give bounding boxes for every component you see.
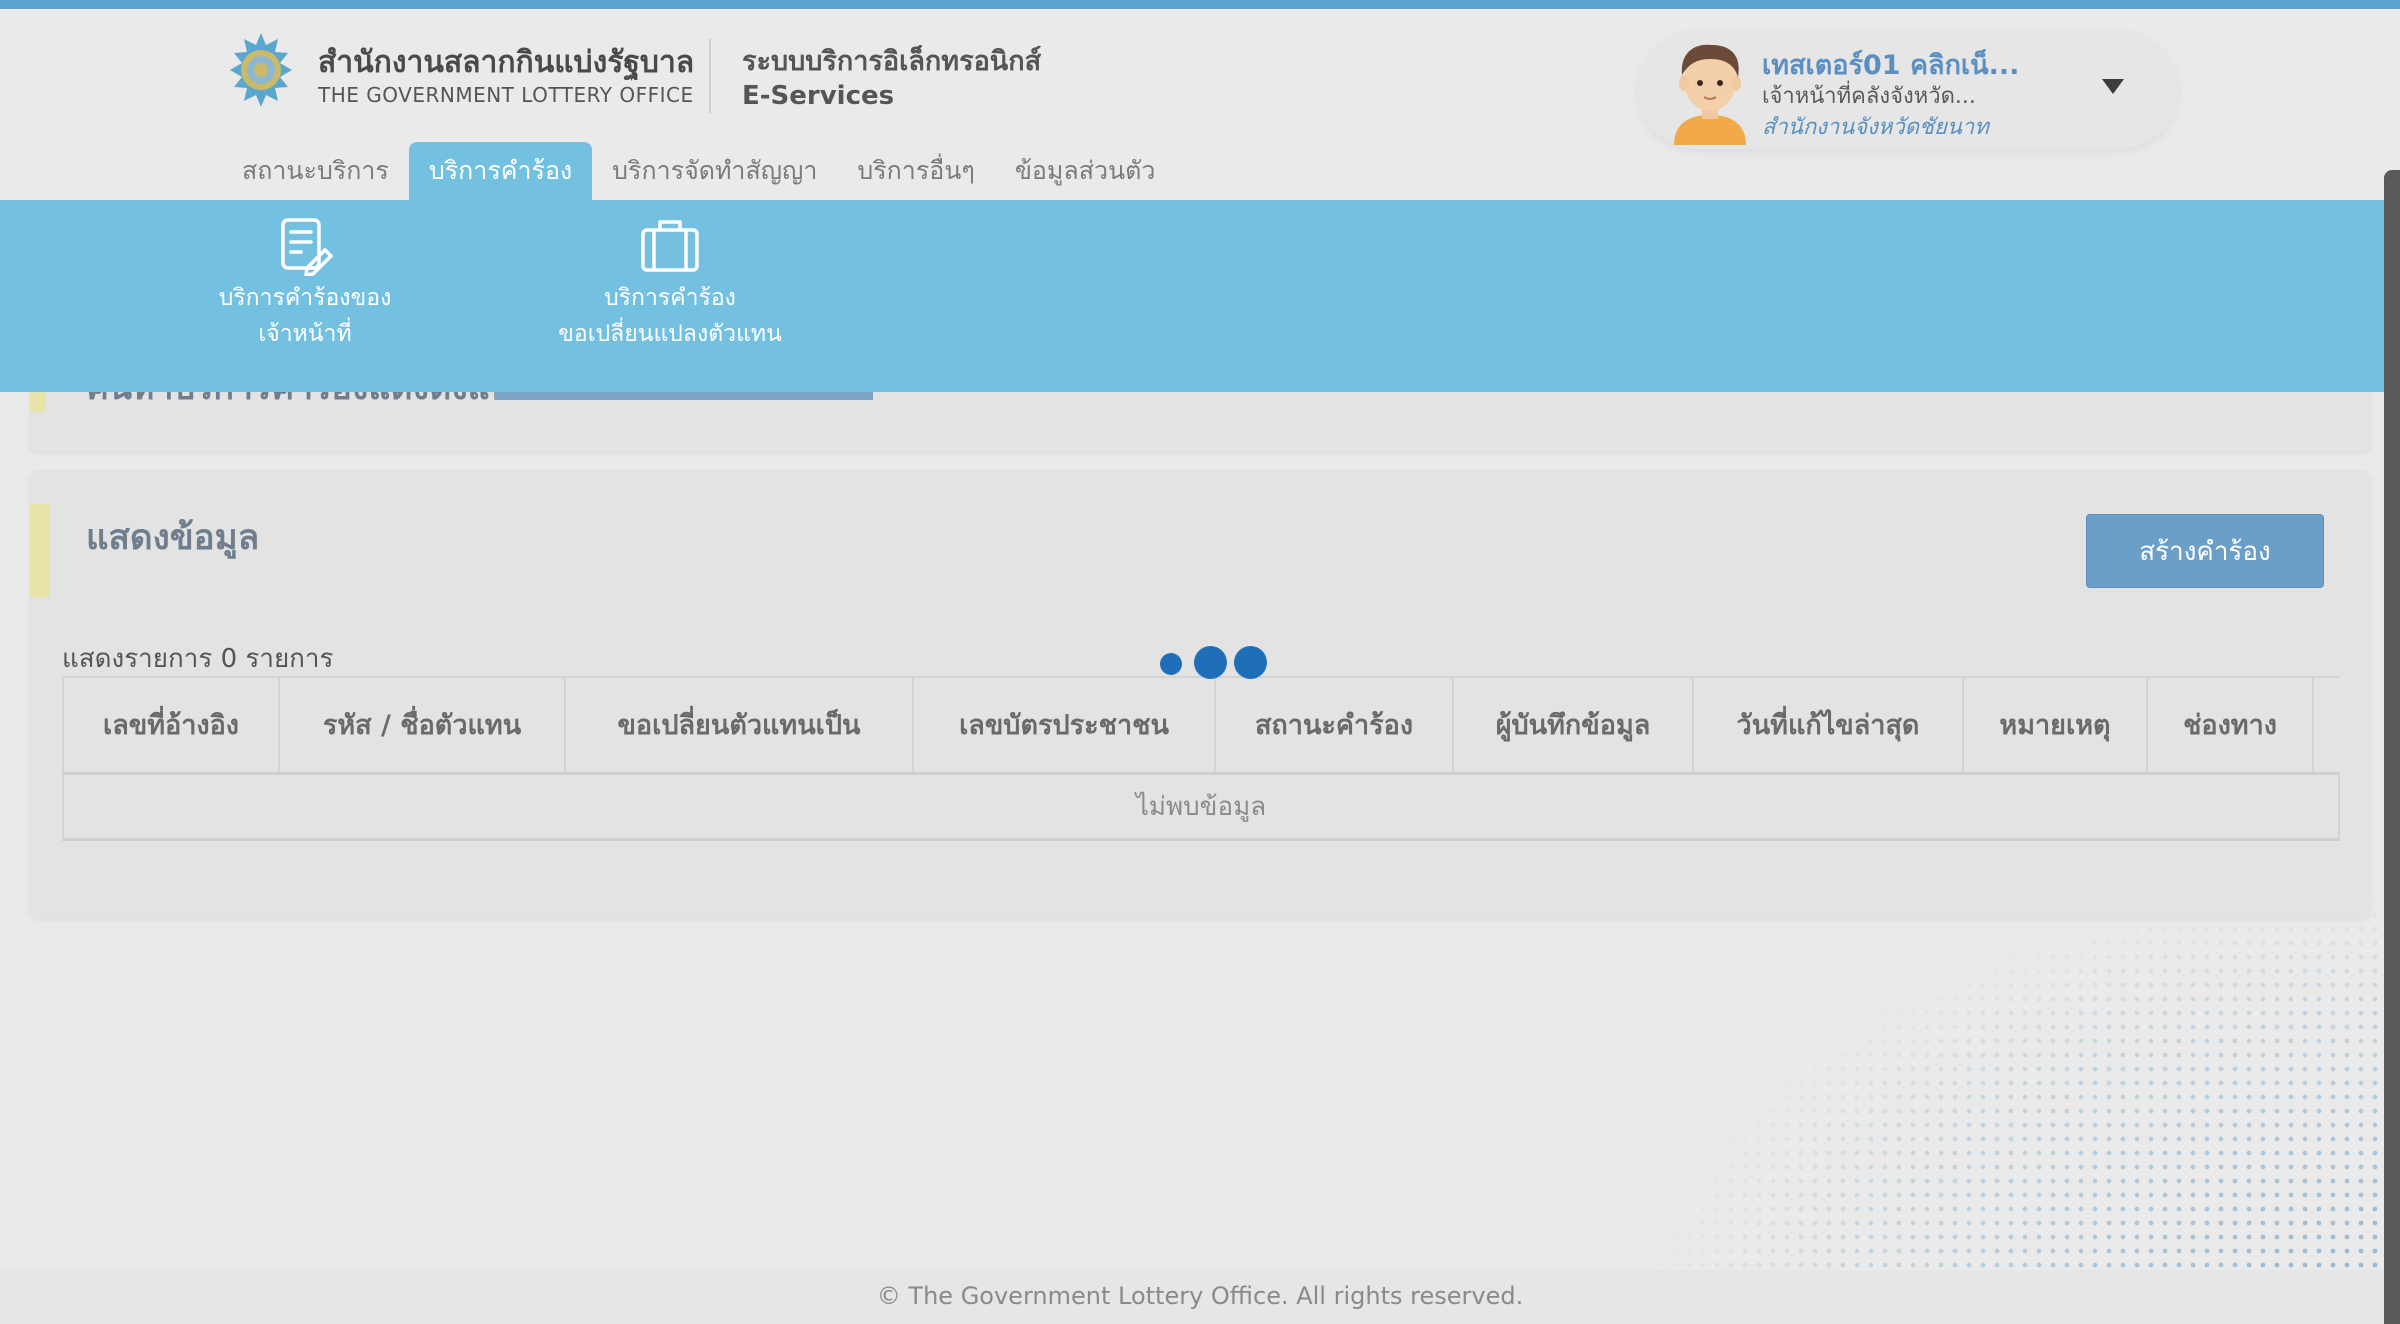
page-scrollbar[interactable] [2384, 170, 2400, 1324]
chevron-down-icon[interactable] [2102, 79, 2124, 94]
results-card-accent [30, 504, 50, 597]
loader-dot [1160, 653, 1182, 675]
loading-spinner [1156, 645, 1271, 681]
column-header-extra [2312, 676, 2339, 775]
org-name-th: สำนักงานสลากกินแบ่งรัฐบาล [318, 45, 695, 80]
column-header-recorder[interactable]: ผู้บันทึกข้อมูล [1452, 676, 1694, 775]
column-header-last-modified[interactable]: วันที่แก้ไขล่าสุด [1692, 676, 1964, 775]
submenu-staff-petition[interactable]: บริการคำร้องของ เจ้าหน้าที่ [160, 216, 450, 376]
footer: © The Government Lottery Office. All rig… [0, 1270, 2400, 1324]
tab-petition-services[interactable]: บริการคำร้อง [408, 142, 593, 200]
submenu-agent-change-line2: ขอเปลี่ยนแปลงตัวแทน [558, 321, 782, 347]
column-header-channel[interactable]: ช่องทาง [2146, 676, 2314, 775]
main-nav-tabs: สถานะบริการ บริการคำร้อง บริการจัดทำสัญญ… [222, 142, 1175, 200]
briefcase-icon [641, 220, 699, 272]
column-header-petition-status[interactable]: สถานะคำร้อง [1214, 676, 1454, 775]
results-title: แสดงข้อมูล [86, 518, 260, 558]
loader-dot [1194, 646, 1227, 679]
empty-state-text: ไม่พบข้อมูล [62, 772, 2340, 841]
user-role: เจ้าหน้าที่คลังจังหวัด... [1762, 84, 1976, 109]
tab-personal-info[interactable]: ข้อมูลส่วนตัว [995, 142, 1176, 200]
avatar [1674, 44, 1746, 145]
submenu-agent-change-line1: บริการคำร้อง [604, 285, 736, 311]
submenu-staff-petition-line1: บริการคำร้องของ [218, 285, 392, 311]
table-row: ไม่พบข้อมูล [62, 772, 2340, 841]
column-header-id-card-no[interactable]: เลขบัตรประชาชน [912, 676, 1216, 775]
submenu-agent-change-petition[interactable]: บริการคำร้อง ขอเปลี่ยนแปลงตัวแทน [525, 216, 815, 376]
column-header-remarks[interactable]: หมายเหตุ [1962, 676, 2148, 775]
column-header-change-agent-to[interactable]: ขอเปลี่ยนตัวแทนเป็น [564, 676, 914, 775]
column-header-agent-code-name[interactable]: รหัส / ชื่อตัวแทน [278, 676, 566, 775]
lottery-office-logo-icon[interactable] [222, 31, 300, 113]
footer-copyright: © The Government Lottery Office. All rig… [876, 1282, 1524, 1310]
table-header-row: เลขที่อ้างอิง รหัส / ชื่อตัวแทน ขอเปลี่ย… [62, 676, 2339, 775]
header: สำนักงานสลากกินแบ่งรัฐบาล THE GOVERNMENT… [0, 9, 2400, 200]
create-petition-button[interactable]: สร้างคำร้อง [2086, 514, 2324, 588]
column-header-reference-no[interactable]: เลขที่อ้างอิง [62, 676, 280, 775]
org-name-en: THE GOVERNMENT LOTTERY OFFICE [318, 83, 694, 107]
petition-submenu: บริการคำร้องของ เจ้าหน้าที่ บริการคำร้อง… [0, 200, 2400, 392]
tab-contract-services[interactable]: บริการจัดทำสัญญา [592, 142, 837, 200]
user-menu[interactable]: เทสเตอร์01 คลิกเน็... เจ้าหน้าที่คลังจัง… [1638, 31, 2178, 149]
tab-other-services[interactable]: บริการอื่นๆ [837, 142, 994, 200]
system-name-en: E-Services [742, 81, 895, 111]
background-dot-pattern [1640, 880, 2400, 1324]
header-divider [709, 39, 711, 113]
results-card: แสดงข้อมูล สร้างคำร้อง แสดงรายการ 0 รายก… [30, 470, 2370, 918]
results-table: เลขที่อ้างอิง รหัส / ชื่อตัวแทน ขอเปลี่ย… [62, 676, 2340, 841]
document-edit-icon [281, 218, 333, 276]
system-name-th: ระบบบริการอิเล็กทรอนิกส์ [742, 46, 1042, 77]
loader-dot [1234, 646, 1267, 679]
tab-service-status[interactable]: สถานะบริการ [222, 142, 409, 200]
user-office: สำนักงานจังหวัดชัยนาท [1762, 115, 1989, 140]
submenu-staff-petition-line2: เจ้าหน้าที่ [258, 321, 352, 347]
top-accent-bar [0, 0, 2400, 9]
results-count: แสดงรายการ 0 รายการ [62, 644, 334, 674]
